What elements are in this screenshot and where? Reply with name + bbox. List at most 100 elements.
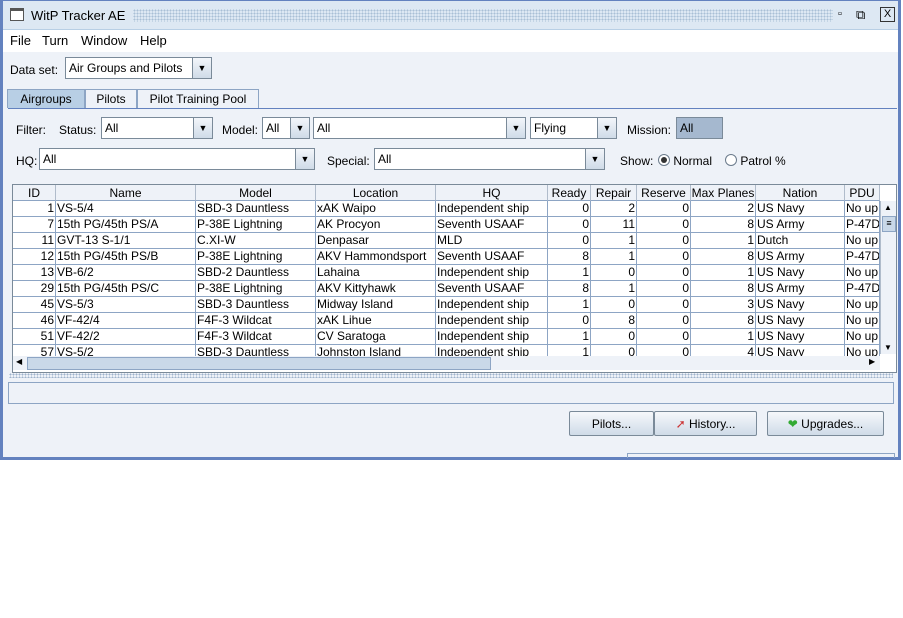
table-cell: 12: [13, 249, 56, 265]
vertical-scrollbar[interactable]: ▲ ≡ ▼: [880, 201, 896, 354]
resize-grip: [627, 453, 895, 458]
tab-airgroups[interactable]: Airgroups: [7, 89, 85, 108]
mission-label: Mission:: [627, 123, 672, 137]
scroll-up-icon[interactable]: ▲: [884, 203, 892, 212]
table-cell: Midway Island: [316, 297, 436, 313]
chevron-down-icon[interactable]: ▼: [192, 58, 211, 78]
horizontal-scrollbar[interactable]: ◀ ▶: [13, 356, 880, 370]
table-cell: 2: [591, 201, 637, 217]
upgrades-button[interactable]: ❤ Upgrades...: [767, 411, 884, 436]
close-icon[interactable]: X: [880, 7, 895, 22]
menu-file[interactable]: File: [10, 33, 31, 48]
tab-pilots[interactable]: Pilots: [85, 89, 137, 108]
table-cell: US Army: [756, 249, 845, 265]
title-bar[interactable]: WitP Tracker AE ▫ ⧉ X: [3, 1, 898, 30]
column-header[interactable]: HQ: [436, 185, 548, 201]
chevron-down-icon[interactable]: ▼: [295, 149, 314, 169]
iconify-icon[interactable]: ▫: [838, 8, 842, 20]
table-cell: VF-42/2: [56, 329, 196, 345]
column-header[interactable]: ID: [13, 185, 56, 201]
column-header[interactable]: PDU: [845, 185, 880, 201]
table-cell: AK Procyon: [316, 217, 436, 233]
hq-label: HQ:: [16, 154, 38, 168]
chevron-down-icon[interactable]: ▼: [597, 118, 616, 138]
table-cell: MLD: [436, 233, 548, 249]
chevron-down-icon[interactable]: ▼: [193, 118, 212, 138]
normal-label: Normal: [673, 154, 713, 168]
show-normal-radio[interactable]: Normal: [658, 154, 712, 168]
dataset-combo[interactable]: Air Groups and Pilots ▼: [65, 57, 212, 79]
column-header[interactable]: Max Planes: [691, 185, 756, 201]
table-cell: 45: [13, 297, 56, 313]
column-header[interactable]: Ready: [548, 185, 591, 201]
table-cell: 8: [548, 281, 591, 297]
table-cell: 1: [691, 329, 756, 345]
table-cell: 1: [591, 233, 637, 249]
scroll-right-icon[interactable]: ▶: [869, 357, 875, 366]
filter-label: Filter:: [16, 123, 46, 137]
flying-combo[interactable]: Flying ▼: [530, 117, 617, 139]
maximize-icon[interactable]: ⧉: [856, 7, 865, 23]
table-cell: 1: [591, 281, 637, 297]
table-cell: 46: [13, 313, 56, 329]
table-cell: Seventh USAAF: [436, 249, 548, 265]
table-cell: 7: [13, 217, 56, 233]
column-header[interactable]: Repair: [591, 185, 637, 201]
column-header[interactable]: Nation: [756, 185, 845, 201]
menu-window[interactable]: Window: [81, 33, 127, 48]
radio-selected-icon[interactable]: [658, 154, 670, 166]
table-cell: 0: [591, 329, 637, 345]
table-cell: 13: [13, 265, 56, 281]
table-cell: 11: [591, 217, 637, 233]
table-cell: SBD-3 Dauntless: [196, 201, 316, 217]
menu-turn[interactable]: Turn: [42, 33, 68, 48]
table-cell: Dutch: [756, 233, 845, 249]
status-label: Status:: [59, 123, 97, 137]
status-bar: [8, 382, 894, 404]
split-divider[interactable]: [9, 373, 893, 378]
table-cell: 0: [637, 233, 691, 249]
table-cell: Lahaina: [316, 265, 436, 281]
radio-icon[interactable]: [725, 154, 737, 166]
table-cell: US Navy: [756, 201, 845, 217]
model-type-value: All: [266, 121, 280, 135]
upgrade-icon: ❤: [787, 417, 798, 431]
table-cell: No up: [845, 265, 880, 281]
scroll-left-icon[interactable]: ◀: [16, 357, 22, 366]
column-header[interactable]: Name: [56, 185, 196, 201]
table-cell: US Navy: [756, 265, 845, 281]
model-type-combo[interactable]: All ▼: [262, 117, 310, 139]
menu-help[interactable]: Help: [140, 33, 167, 48]
table-cell: 2: [691, 201, 756, 217]
table-cell: 0: [548, 201, 591, 217]
chevron-down-icon[interactable]: ▼: [585, 149, 604, 169]
history-button[interactable]: ➚ History...: [654, 411, 757, 436]
column-header[interactable]: Reserve: [637, 185, 691, 201]
menu-bar: File Turn Window Help: [3, 30, 898, 52]
model-combo[interactable]: All ▼: [313, 117, 526, 139]
mission-combo[interactable]: All: [676, 117, 723, 139]
hscroll-thumb[interactable]: [27, 357, 491, 370]
scroll-down-icon[interactable]: ▼: [884, 343, 892, 352]
chevron-down-icon[interactable]: ▼: [290, 118, 309, 138]
column-header[interactable]: Location: [316, 185, 436, 201]
tab-pilot-training-pool[interactable]: Pilot Training Pool: [137, 89, 259, 108]
special-combo[interactable]: All ▼: [374, 148, 605, 170]
status-combo[interactable]: All ▼: [101, 117, 213, 139]
chevron-down-icon[interactable]: ▼: [506, 118, 525, 138]
show-label: Show:: [620, 154, 654, 168]
patrol-label: Patrol %: [740, 154, 786, 168]
table-cell: 0: [637, 249, 691, 265]
show-patrol-radio[interactable]: Patrol %: [725, 154, 786, 168]
column-header[interactable]: Model: [196, 185, 316, 201]
table-cell: 8: [691, 313, 756, 329]
table-cell: 3: [691, 297, 756, 313]
table-cell: 0: [637, 313, 691, 329]
scroll-thumb[interactable]: ≡: [882, 216, 896, 232]
mission-value: All: [680, 121, 694, 135]
pilots-button[interactable]: Pilots...: [569, 411, 654, 436]
table-cell: US Navy: [756, 329, 845, 345]
hq-combo[interactable]: All ▼: [39, 148, 315, 170]
table-cell: Seventh USAAF: [436, 281, 548, 297]
table-cell: VF-42/4: [56, 313, 196, 329]
